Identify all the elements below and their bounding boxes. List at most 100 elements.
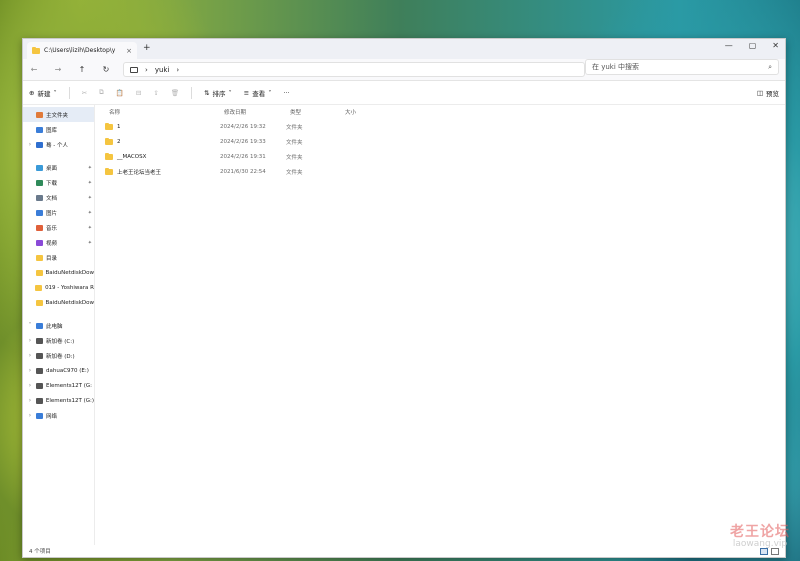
documents-icon [36, 194, 43, 201]
paste-icon[interactable]: 📋 [116, 89, 124, 97]
watermark-title: 老王论坛 [730, 524, 790, 540]
rename-icon[interactable]: ⊟ [136, 89, 141, 97]
sidebar-item[interactable]: › 新加卷 (C:) [23, 333, 94, 348]
sidebar-item-label: 网络 [46, 413, 58, 420]
tab-title: C:\Users\lizih\Desktop\y [44, 47, 116, 54]
file-list: 名称 修改日期 类型 大小 1 2024/2/26 19:32 文件夹 2 2024/2… [95, 105, 785, 545]
sidebar-item[interactable]: 目录 [23, 250, 94, 265]
copy-icon[interactable]: ⧉ [99, 88, 104, 97]
path-input[interactable]: › yuki › [123, 62, 585, 77]
more-options-button[interactable]: ··· [283, 89, 289, 97]
up-button[interactable]: ↑ [77, 65, 87, 74]
pin-icon: ✦ [87, 164, 92, 171]
tab-yuki[interactable]: C:\Users\lizih\Desktop\y × [27, 42, 137, 59]
sidebar-item[interactable]: › Elements12T (G:) [23, 393, 94, 408]
column-header-type[interactable]: 类型 [290, 108, 345, 116]
column-header-date[interactable]: 修改日期 [224, 108, 290, 116]
view-button[interactable]: ≡ 查看 ˅ [244, 88, 272, 98]
column-header-size[interactable]: 大小 [345, 108, 385, 116]
sidebar-item[interactable]: › dahuaC970 (E:) [23, 363, 94, 378]
breadcrumb-separator[interactable]: › [145, 66, 148, 74]
expand-chevron-icon[interactable]: › [27, 397, 33, 404]
table-row[interactable]: 2 2024/2/26 19:33 文件夹 [95, 134, 785, 149]
delete-icon[interactable]: 🗑 [171, 89, 179, 97]
expand-chevron-icon[interactable]: › [27, 367, 33, 374]
sort-icon: ⇅ [204, 88, 210, 97]
file-name-cell: 2 [105, 137, 220, 145]
pin-icon: ✦ [87, 179, 92, 186]
site-watermark: 老王论坛 laowang.vip [730, 521, 790, 549]
expand-chevron-icon[interactable]: › [27, 337, 33, 344]
sidebar-item[interactable]: 主文件夹 [23, 107, 94, 122]
folder-icon [36, 254, 43, 261]
sidebar-item[interactable]: 019 - Yoshiwara R [23, 280, 94, 295]
view-icon: ≡ [243, 88, 250, 97]
preview-label: 预览 [766, 89, 779, 98]
file-type: 文件夹 [286, 169, 303, 176]
sidebar-item[interactable]: 下载 ✦ [23, 175, 94, 190]
back-button[interactable]: ← [29, 65, 39, 74]
preview-button[interactable]: ◫ 预览 [757, 88, 779, 98]
sidebar-item[interactable]: 视频 ✦ [23, 235, 94, 250]
main-area: 主文件夹 图库 › 蓦 - 个人 桌面 ✦ 下载 ✦ 文档 ✦ 图片 ✦ 音乐 ✦ 视频 ✦ 目录 BaiduN… [23, 105, 785, 545]
sidebar-item[interactable]: 桌面 ✦ [23, 160, 94, 175]
tab-close-icon[interactable]: × [126, 47, 132, 55]
sidebar-item[interactable]: › 蓦 - 个人 [23, 137, 94, 152]
folder-icon [35, 269, 43, 276]
folder-icon [35, 299, 43, 306]
sidebar-item[interactable]: 音乐 ✦ [23, 220, 94, 235]
sidebar-item-label: 新加卷 (C:) [46, 338, 75, 345]
sidebar-item[interactable]: 图库 [23, 122, 94, 137]
sidebar-item-label: BaiduNetdiskDow [45, 299, 94, 306]
breadcrumb-chevron[interactable]: › [176, 66, 179, 74]
minimize-button[interactable]: — [725, 41, 733, 50]
chevron-down-icon: ˅ [228, 88, 232, 97]
sidebar-item[interactable]: BaiduNetdiskDow [23, 265, 94, 280]
close-window-button[interactable]: ✕ [772, 41, 779, 50]
sidebar-item[interactable]: 文档 ✦ [23, 190, 94, 205]
expand-chevron-icon[interactable]: › [27, 352, 33, 359]
sidebar-item[interactable]: › 网络 [23, 408, 94, 423]
sidebar-item[interactable]: BaiduNetdiskDow [23, 295, 94, 310]
download-icon [36, 179, 43, 186]
share-icon[interactable]: ⇪ [153, 89, 158, 97]
search-input[interactable]: 在 yuki 中搜索 ⌕ [585, 59, 779, 75]
folder-icon [105, 152, 113, 160]
table-row[interactable]: 1 2024/2/26 19:32 文件夹 [95, 119, 785, 134]
sidebar-item[interactable]: › Elements12T (G: [23, 378, 94, 393]
sidebar-item-label: BaiduNetdiskDow [45, 269, 94, 276]
sidebar-item[interactable]: ˅ 此电脑 [23, 318, 94, 333]
sidebar-item-label: 视频 [46, 240, 58, 247]
file-name: __MACOSX [117, 153, 147, 160]
expand-chevron-icon[interactable]: ˅ [27, 322, 33, 329]
maximize-button[interactable]: ▢ [749, 41, 757, 50]
breadcrumb-yuki[interactable]: yuki [155, 66, 170, 74]
new-button[interactable]: ⊕ 新建 ˅ [29, 88, 57, 98]
cut-icon[interactable]: ✂ [82, 89, 87, 97]
folder-icon [35, 284, 43, 291]
expand-chevron-icon[interactable]: › [27, 412, 33, 419]
expand-chevron-icon[interactable]: › [27, 141, 33, 148]
new-tab-button[interactable]: + [143, 43, 151, 53]
sidebar-item-label: 019 - Yoshiwara R [45, 284, 94, 291]
table-row[interactable]: 上老王论坛当老王 2021/6/30 22:54 文件夹 [95, 164, 785, 179]
this-pc-icon [36, 322, 43, 329]
sidebar-item[interactable]: 图片 ✦ [23, 205, 94, 220]
toolbar-divider [68, 86, 70, 99]
sidebar-item[interactable]: › 新加卷 (D:) [23, 348, 94, 363]
sort-button[interactable]: ⇅ 排序 ˅ [204, 88, 232, 98]
refresh-button[interactable]: ↻ [101, 65, 111, 74]
sidebar-item-label: 蓦 - 个人 [46, 142, 68, 149]
command-bar: ⊕ 新建 ˅ ✂ ⧉ 📋 ⊟ ⇪ 🗑 ⇅ 排序 ˅ ≡ 查看 ˅ ··· ◫ 预… [23, 81, 785, 105]
column-header-name[interactable]: 名称 [109, 108, 224, 116]
file-date: 2024/2/26 19:32 [220, 123, 266, 130]
table-row[interactable]: __MACOSX 2024/2/26 19:31 文件夹 [95, 149, 785, 164]
forward-button[interactable]: → [53, 65, 63, 74]
file-type: 文件夹 [286, 124, 303, 131]
sidebar-item-label: 新加卷 (D:) [46, 353, 75, 360]
item-count: 4 个项目 [29, 549, 51, 555]
expand-chevron-icon[interactable]: › [27, 382, 33, 389]
sidebar-item-label: 文档 [46, 195, 58, 202]
file-name: 2 [117, 138, 121, 145]
file-date: 2024/2/26 19:31 [220, 153, 266, 160]
